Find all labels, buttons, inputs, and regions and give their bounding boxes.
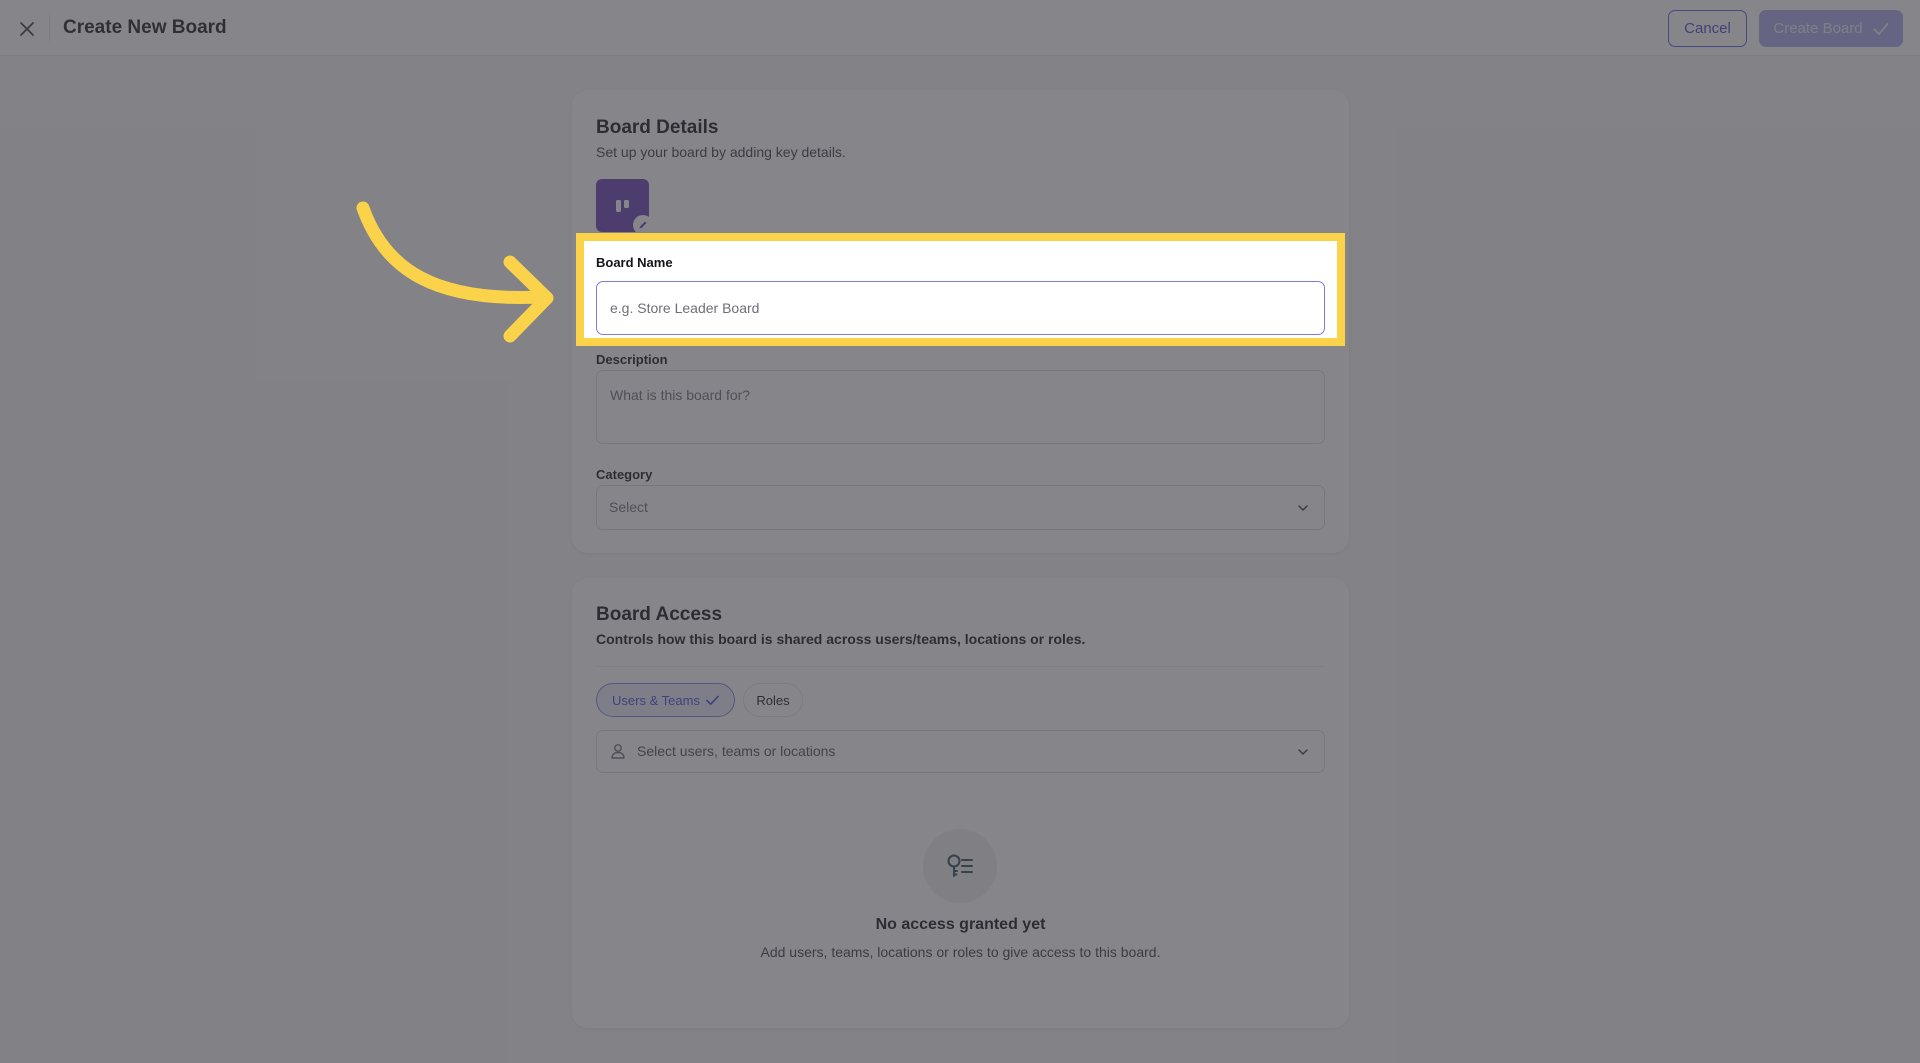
user-icon bbox=[611, 744, 625, 759]
category-select-value: Select bbox=[609, 499, 648, 515]
create-board-label: Create Board bbox=[1773, 20, 1863, 37]
create-board-button[interactable]: Create Board bbox=[1759, 10, 1903, 47]
empty-state-title: No access granted yet bbox=[875, 916, 1046, 933]
tab-users-teams[interactable]: Users & Teams bbox=[596, 683, 735, 717]
description-field[interactable] bbox=[596, 370, 1325, 444]
board-access-subtitle: Controls how this board is shared across… bbox=[596, 631, 1086, 647]
empty-state-icon-container bbox=[923, 829, 997, 903]
page-title: Create New Board bbox=[63, 17, 227, 38]
description-label: Description bbox=[596, 352, 668, 367]
board-name-highlight: Board Name bbox=[576, 233, 1345, 346]
tab-roles[interactable]: Roles bbox=[743, 683, 803, 717]
check-icon bbox=[706, 695, 719, 705]
arrow-annotation bbox=[356, 201, 554, 343]
key-list-icon bbox=[947, 854, 973, 877]
category-select[interactable]: Select bbox=[596, 485, 1325, 530]
close-button[interactable] bbox=[14, 16, 40, 42]
top-divider bbox=[49, 15, 50, 41]
users-teams-select[interactable]: Select users, teams or locations bbox=[596, 730, 1325, 773]
board-access-title: Board Access bbox=[596, 604, 723, 625]
close-icon bbox=[20, 22, 34, 36]
chevron-down-icon bbox=[1298, 749, 1308, 755]
tab-users-teams-label: Users & Teams bbox=[612, 692, 700, 708]
check-icon bbox=[1873, 22, 1889, 35]
board-icon bbox=[615, 199, 629, 212]
edit-icon-button[interactable] bbox=[633, 215, 653, 235]
board-name-label: Board Name bbox=[596, 255, 673, 270]
users-teams-select-placeholder: Select users, teams or locations bbox=[637, 743, 836, 759]
category-label: Category bbox=[596, 467, 653, 482]
pencil-icon bbox=[639, 221, 647, 229]
cancel-button[interactable]: Cancel bbox=[1668, 10, 1747, 47]
empty-state-subtitle: Add users, teams, locations or roles to … bbox=[760, 944, 1161, 960]
top-bar: Create New Board Cancel Create Board bbox=[0, 0, 1920, 56]
board-details-subtitle: Set up your board by adding key details. bbox=[596, 144, 846, 160]
board-access-card: Board Access Controls how this board is … bbox=[572, 578, 1349, 1028]
board-details-title: Board Details bbox=[596, 117, 719, 138]
tab-roles-label: Roles bbox=[756, 692, 790, 708]
chevron-down-icon bbox=[1298, 505, 1308, 511]
board-name-input[interactable] bbox=[596, 281, 1325, 335]
access-divider bbox=[596, 666, 1325, 667]
